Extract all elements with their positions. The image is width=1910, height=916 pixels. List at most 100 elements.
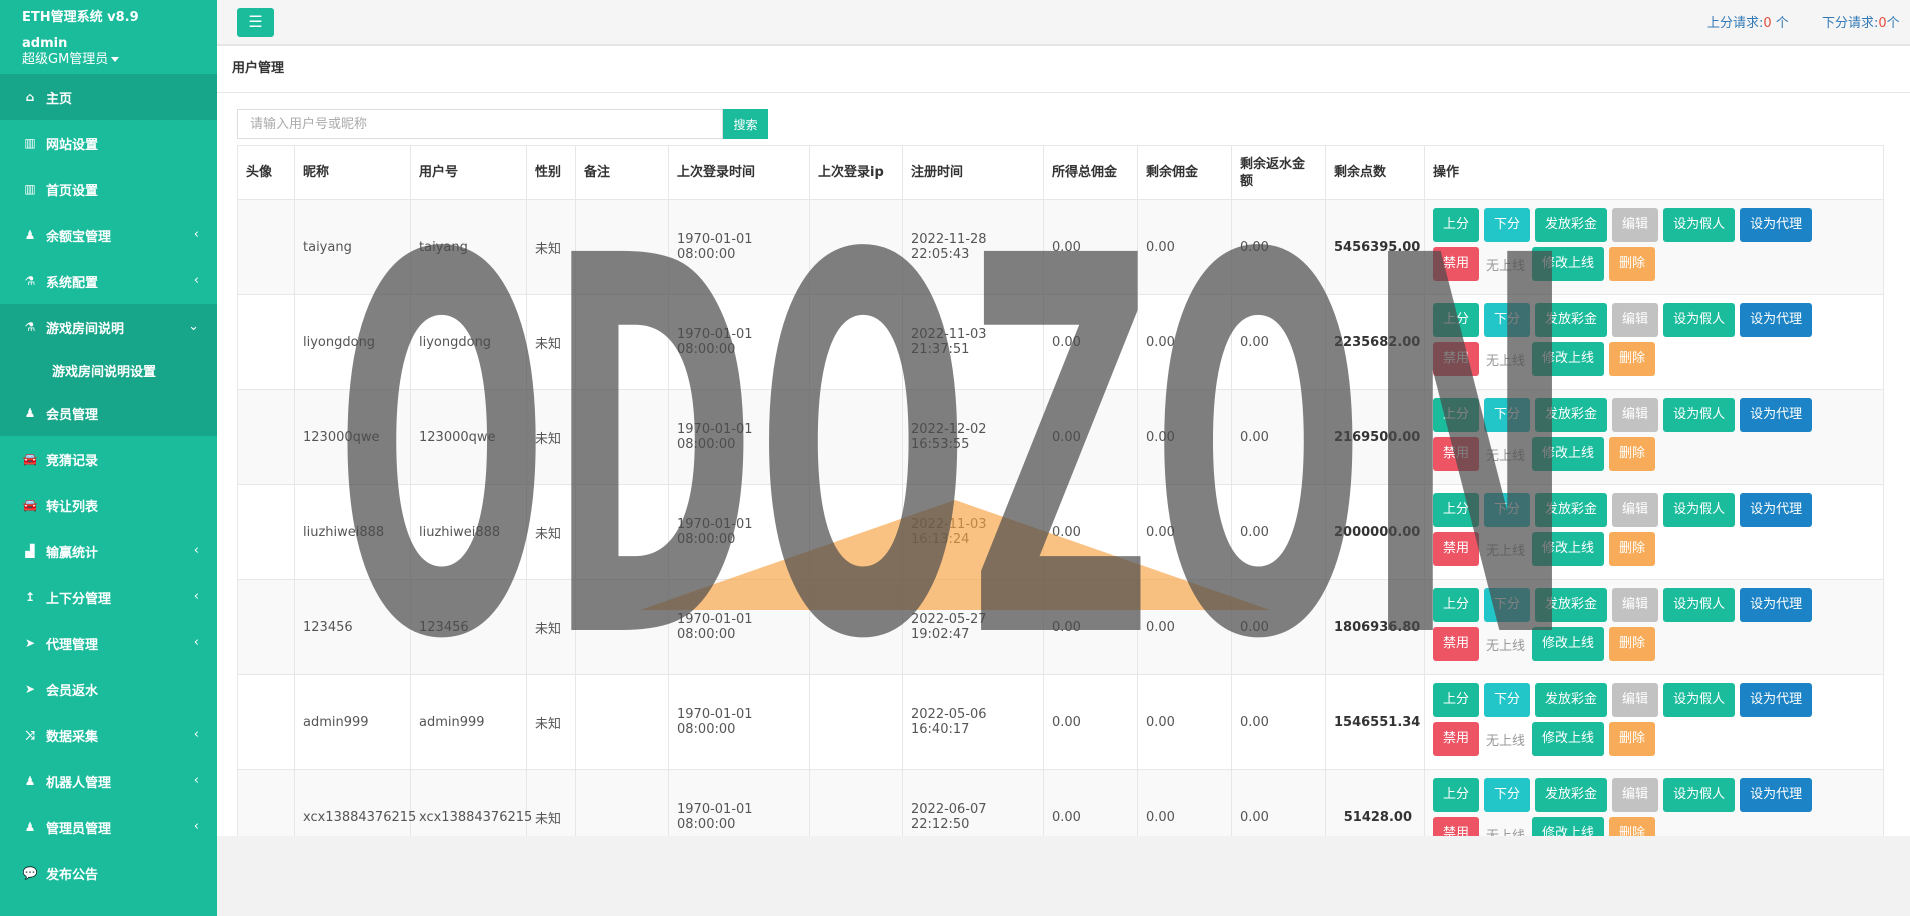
edit-button[interactable]: 编辑: [1612, 778, 1659, 812]
sidebar-item-4[interactable]: ⚗ 系统配置 ‹: [0, 258, 217, 304]
change-parent-button[interactable]: 修改上线: [1532, 247, 1605, 281]
sidebar-item-12[interactable]: ➤ 会员返水: [0, 666, 217, 712]
set-agent-button[interactable]: 设为代理: [1740, 778, 1813, 812]
add-points-button[interactable]: 上分: [1433, 493, 1480, 527]
change-parent-button[interactable]: 修改上线: [1532, 342, 1605, 376]
cell-remain: 0.00: [1137, 389, 1232, 485]
deduct-points-button[interactable]: 下分: [1484, 493, 1531, 527]
edit-button[interactable]: 编辑: [1612, 493, 1659, 527]
edit-button[interactable]: 编辑: [1612, 303, 1659, 337]
sidebar-item-label: 会员管理: [46, 407, 99, 423]
avatar-cell: [237, 389, 295, 485]
edit-button[interactable]: 编辑: [1612, 588, 1659, 622]
add-points-button[interactable]: 上分: [1433, 683, 1480, 717]
deduct-points-button[interactable]: 下分: [1484, 303, 1531, 337]
set-fake-button[interactable]: 设为假人: [1663, 208, 1736, 242]
sidebar-item-15[interactable]: ♟ 管理员管理 ‹: [0, 804, 217, 850]
bonus-button[interactable]: 发放彩金: [1535, 493, 1608, 527]
change-parent-button[interactable]: 修改上线: [1532, 817, 1605, 836]
ban-button[interactable]: 禁用: [1433, 817, 1480, 836]
deduct-points-button[interactable]: 下分: [1484, 683, 1531, 717]
delete-button[interactable]: 删除: [1609, 342, 1656, 376]
set-agent-button[interactable]: 设为代理: [1740, 303, 1813, 337]
sidebar-item-3[interactable]: ♟ 余额宝管理 ‹: [0, 212, 217, 258]
sidebar-item-label: 网站设置: [46, 137, 99, 153]
admin-username[interactable]: admin: [22, 36, 195, 52]
role-dropdown[interactable]: 超级GM管理员: [22, 52, 195, 68]
sidebar-item-11[interactable]: ➤ 代理管理 ‹: [0, 620, 217, 666]
sidebar-subitem-room-settings[interactable]: 游戏房间说明设置: [0, 350, 217, 390]
sidebar-item-6[interactable]: ♟ 会员管理: [0, 390, 217, 436]
sidebar-item-10[interactable]: ↥ 上下分管理 ‹: [0, 574, 217, 620]
ban-button[interactable]: 禁用: [1433, 532, 1480, 566]
edit-button[interactable]: 编辑: [1612, 208, 1659, 242]
set-agent-button[interactable]: 设为代理: [1740, 208, 1813, 242]
delete-button[interactable]: 删除: [1609, 532, 1656, 566]
sidebar-item-16[interactable]: 💬 发布公告: [0, 850, 217, 896]
bonus-button[interactable]: 发放彩金: [1535, 778, 1608, 812]
edit-button[interactable]: 编辑: [1612, 398, 1659, 432]
deduct-points-button[interactable]: 下分: [1484, 778, 1531, 812]
sidebar-item-8[interactable]: 🚘 转让列表: [0, 482, 217, 528]
cell-points: 51428.00: [1325, 769, 1425, 836]
bonus-button[interactable]: 发放彩金: [1535, 683, 1608, 717]
sidebar-item-13[interactable]: ⤨ 数据采集 ‹: [0, 712, 217, 758]
set-agent-button[interactable]: 设为代理: [1740, 683, 1813, 717]
edit-button[interactable]: 编辑: [1612, 683, 1659, 717]
delete-button[interactable]: 删除: [1609, 247, 1656, 281]
set-fake-button[interactable]: 设为假人: [1663, 493, 1736, 527]
menu-toggle-button[interactable]: ☰: [237, 8, 274, 37]
bonus-button[interactable]: 发放彩金: [1535, 588, 1608, 622]
bonus-button[interactable]: 发放彩金: [1535, 303, 1608, 337]
add-points-button[interactable]: 上分: [1433, 778, 1480, 812]
set-fake-button[interactable]: 设为假人: [1663, 588, 1736, 622]
add-points-button[interactable]: 上分: [1433, 303, 1480, 337]
set-agent-button[interactable]: 设为代理: [1740, 588, 1813, 622]
delete-button[interactable]: 删除: [1609, 437, 1656, 471]
ban-button[interactable]: 禁用: [1433, 247, 1480, 281]
add-points-button[interactable]: 上分: [1433, 208, 1480, 242]
sidebar-item-0[interactable]: ⌂ 主页: [0, 74, 217, 120]
cell-uid: liuzhiwei888: [410, 484, 527, 580]
change-parent-button[interactable]: 修改上线: [1532, 532, 1605, 566]
delete-button[interactable]: 删除: [1609, 722, 1656, 756]
deduct-points-button[interactable]: 下分: [1484, 398, 1531, 432]
up-request-link[interactable]: 上分请求:0 个: [1707, 12, 1789, 31]
sidebar-item-7[interactable]: 🚘 竞猜记录: [0, 436, 217, 482]
sidebar-item-14[interactable]: ♟ 机器人管理 ‹: [0, 758, 217, 804]
sidebar-item-9[interactable]: ▟ 输赢统计 ‹: [0, 528, 217, 574]
set-agent-button[interactable]: 设为代理: [1740, 493, 1813, 527]
sidebar-item-2[interactable]: ▥ 首页设置: [0, 166, 217, 212]
change-parent-button[interactable]: 修改上线: [1532, 627, 1605, 661]
add-points-button[interactable]: 上分: [1433, 588, 1480, 622]
sidebar-item-1[interactable]: ▥ 网站设置: [0, 120, 217, 166]
sidebar: ETH管理系统 v8.9 admin 超级GM管理员 ⌂ 主页 ▥ 网站设置 ▥ 首页设置…: [0, 0, 217, 916]
set-agent-button[interactable]: 设为代理: [1740, 398, 1813, 432]
add-points-button[interactable]: 上分: [1433, 398, 1480, 432]
caret-down-icon: [111, 57, 120, 62]
set-fake-button[interactable]: 设为假人: [1663, 398, 1736, 432]
cell-note: [575, 389, 669, 485]
bonus-button[interactable]: 发放彩金: [1535, 208, 1608, 242]
deduct-points-button[interactable]: 下分: [1484, 208, 1531, 242]
delete-button[interactable]: 删除: [1609, 817, 1656, 836]
bonus-button[interactable]: 发放彩金: [1535, 398, 1608, 432]
ban-button[interactable]: 禁用: [1433, 437, 1480, 471]
change-parent-button[interactable]: 修改上线: [1532, 722, 1605, 756]
delete-button[interactable]: 删除: [1609, 627, 1656, 661]
search-button[interactable]: 搜索: [723, 109, 768, 139]
search-input[interactable]: [237, 109, 723, 139]
ban-button[interactable]: 禁用: [1433, 722, 1480, 756]
sidebar-item-5[interactable]: ⚗ 游戏房间说明 ⌄: [0, 304, 217, 350]
down-request-link[interactable]: 下分请求:0个: [1822, 12, 1900, 31]
no-parent-label: 无上线: [1486, 258, 1526, 274]
cell-gender: 未知: [526, 484, 576, 580]
ban-button[interactable]: 禁用: [1433, 342, 1480, 376]
set-fake-button[interactable]: 设为假人: [1663, 303, 1736, 337]
cell-points: 5456395.00: [1325, 199, 1425, 295]
deduct-points-button[interactable]: 下分: [1484, 588, 1531, 622]
set-fake-button[interactable]: 设为假人: [1663, 683, 1736, 717]
set-fake-button[interactable]: 设为假人: [1663, 778, 1736, 812]
ban-button[interactable]: 禁用: [1433, 627, 1480, 661]
change-parent-button[interactable]: 修改上线: [1532, 437, 1605, 471]
